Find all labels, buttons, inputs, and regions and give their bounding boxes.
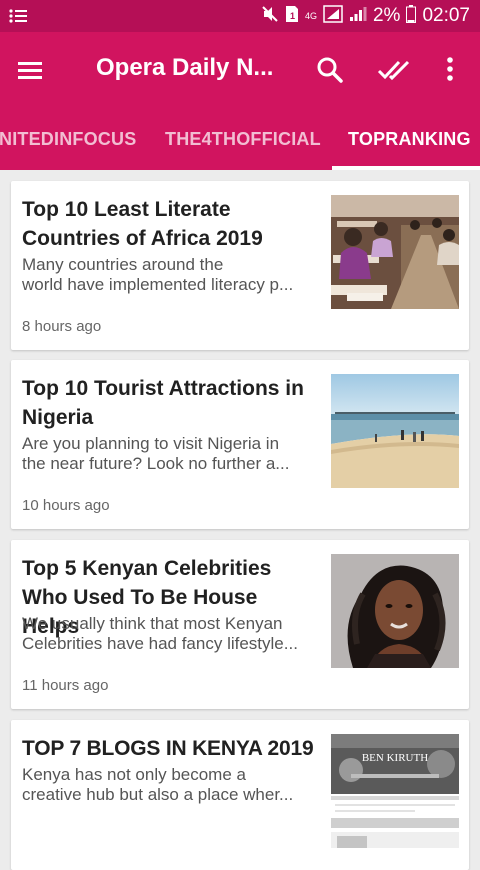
menu-icon[interactable] (16, 56, 46, 86)
tab-topranking[interactable]: TOPRANKING (348, 129, 471, 150)
article-description: We usually think that most Kenyan Celebr… (22, 614, 298, 653)
article-time: 11 hours ago (22, 677, 109, 694)
article-card[interactable]: Top 5 Kenyan Celebrities Who Used To Be … (11, 540, 469, 709)
category-tabs: NITEDINFOCUS THE4THOFFICIAL TOPRANKING (0, 108, 480, 170)
battery-icon (406, 4, 417, 28)
article-thumbnail: BEN KIRUTH (331, 734, 459, 848)
article-thumbnail (331, 374, 459, 488)
app-bar: Opera Daily N... (0, 32, 480, 108)
blog-banner-text: BEN KIRUTH (362, 752, 428, 764)
signal-strength-icon (349, 6, 367, 27)
more-options-icon[interactable] (440, 56, 460, 84)
active-tab-indicator (332, 166, 480, 170)
signal-box-icon (323, 4, 343, 28)
tab-the4thofficial[interactable]: THE4THOFFICIAL (165, 129, 321, 150)
tab-nitedinfocus[interactable]: NITEDINFOCUS (0, 129, 136, 150)
article-title: Top 10 Least Literate Countries of Afric… (22, 198, 263, 250)
app-title: Opera Daily N... (96, 54, 274, 81)
article-card[interactable]: Top 10 Tourist Attractions in Nigeria Ar… (11, 360, 469, 529)
article-title: TOP 7 BLOGS IN KENYA 2019 (22, 737, 314, 760)
article-time: 8 hours ago (22, 318, 102, 335)
svg-text:1: 1 (290, 11, 295, 21)
article-thumbnail (331, 195, 459, 309)
article-thumbnail (331, 554, 459, 668)
article-description: Many countries around the world have imp… (22, 255, 294, 294)
article-description: Are you planning to visit Nigeria in the… (22, 434, 290, 473)
article-description: Kenya has not only become a creative hub… (22, 765, 294, 804)
notification-list-icon (0, 9, 36, 23)
status-bar: 1 4G 2% 02:07 (0, 0, 480, 32)
mute-icon (261, 5, 279, 28)
sim-card-icon: 1 (285, 5, 299, 28)
network-type: 4G (304, 10, 317, 21)
clock: 02:07 (422, 5, 470, 26)
search-icon[interactable] (316, 56, 344, 84)
article-title: Top 10 Tourist Attractions in Nigeria (22, 377, 304, 429)
mark-all-read-icon[interactable] (377, 56, 413, 84)
article-card[interactable]: TOP 7 BLOGS IN KENYA 2019 Kenya has not … (11, 720, 469, 870)
article-card[interactable]: Top 10 Least Literate Countries of Afric… (11, 181, 469, 350)
battery-percent: 2% (372, 5, 401, 26)
article-time: 10 hours ago (22, 497, 110, 514)
